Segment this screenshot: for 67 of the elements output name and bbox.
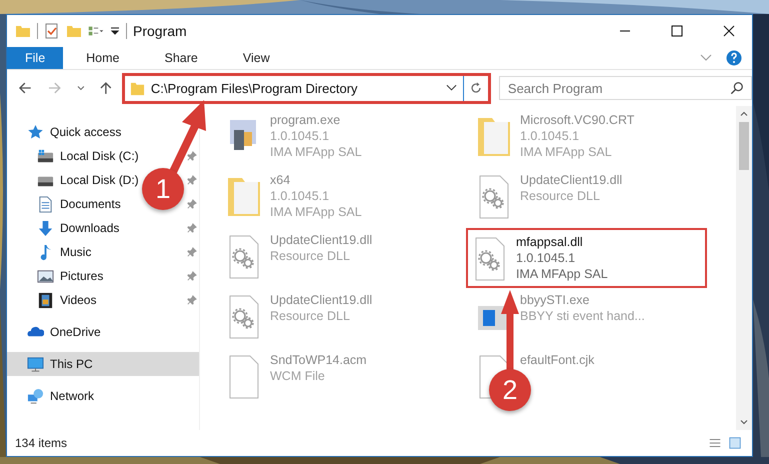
sidebar-item[interactable]: Music [7, 240, 92, 264]
sidebar-item[interactable]: Local Disk (D:) [7, 168, 139, 192]
file-detail: Resource DLL [270, 308, 351, 324]
pin-icon[interactable] [187, 295, 197, 305]
folder-icon [130, 80, 145, 96]
star-icon [27, 124, 44, 140]
dropdown-icon[interactable] [110, 26, 120, 36]
sidebar-item[interactable]: Quick access [7, 120, 199, 144]
window-title: Program [133, 23, 187, 39]
file-detail: IMA MFApp SAL [270, 144, 362, 160]
picture-icon [37, 268, 54, 284]
document-icon [37, 196, 54, 212]
file-detail: IMA MFApp SAL [516, 266, 608, 282]
file-detail: IMA MFApp SAL [270, 204, 362, 220]
folder-icon[interactable] [15, 23, 31, 39]
item-count: 134 items [15, 436, 68, 450]
search-field[interactable]: Search Program [498, 76, 752, 100]
file-detail: 1.0.1045.1 [270, 188, 330, 204]
sidebar-item[interactable]: Downloads [7, 216, 120, 240]
help-icon[interactable] [726, 50, 742, 66]
large-icons-view-icon[interactable] [728, 436, 742, 450]
sidebar-item[interactable]: Videos [7, 288, 96, 312]
pin-icon[interactable] [187, 247, 197, 257]
ribbon-tab[interactable]: Share [142, 47, 220, 69]
pin-icon[interactable] [187, 151, 197, 161]
up-arrow-icon[interactable] [98, 80, 114, 96]
forward-arrow-icon[interactable] [46, 80, 62, 96]
sidebar-item[interactable]: Documents [7, 192, 121, 216]
file-detail: 1.0.1045.1 [520, 128, 580, 144]
pin-icon[interactable] [187, 271, 197, 281]
sidebar-item[interactable]: Network [7, 384, 199, 408]
properties-icon[interactable] [44, 23, 60, 39]
file-detail: WCM File [270, 368, 326, 384]
scroll-thumb[interactable] [739, 122, 749, 170]
address-bar[interactable]: C:\Program Files\Program Directory [124, 76, 464, 100]
pin-icon[interactable] [187, 175, 197, 185]
sidebar-item[interactable]: This PC [7, 352, 199, 376]
download-arrow-icon [37, 220, 54, 236]
back-arrow-icon[interactable] [17, 80, 33, 96]
sidebar-item[interactable]: OneDrive [7, 320, 199, 344]
sidebar-item[interactable]: Local Disk (C:) [7, 144, 139, 168]
chevron-down-icon[interactable] [76, 83, 86, 93]
scrollbar[interactable] [736, 106, 752, 430]
pin-icon[interactable] [187, 223, 197, 233]
file-name[interactable]: mfappsal.dll [516, 234, 608, 250]
new-folder-icon[interactable] [66, 23, 82, 39]
network-icon [27, 388, 44, 404]
file-item[interactable]: mfappsal.dll 1.0.1045.1 IMA MFApp SAL [466, 228, 707, 288]
details-view-icon[interactable] [708, 436, 722, 450]
file-detail: Resource DLL [270, 248, 351, 264]
scroll-down-icon[interactable] [739, 417, 749, 427]
drive-icon [37, 148, 54, 164]
chevron-down-icon[interactable] [446, 84, 457, 92]
ribbon-tab[interactable]: File [7, 47, 64, 69]
pin-icon[interactable] [187, 199, 197, 209]
film-icon [37, 292, 54, 308]
file-detail: Resource DLL [520, 188, 601, 204]
sidebar-item[interactable]: Pictures [7, 264, 104, 288]
file-detail: BBYY sti event hand... [520, 308, 645, 324]
ribbon-tab[interactable]: View [220, 47, 292, 69]
search-icon [730, 81, 744, 95]
monitor-icon [27, 356, 44, 372]
address-path: C:\Program Files\Program Directory [150, 80, 358, 96]
ribbon-tab[interactable]: Home [63, 47, 142, 69]
file-detail: IMA MFApp SAL [520, 144, 613, 160]
file-detail: 1.0.1045.1 [270, 128, 330, 144]
file-detail: 1.0.1045.1 [516, 250, 576, 266]
